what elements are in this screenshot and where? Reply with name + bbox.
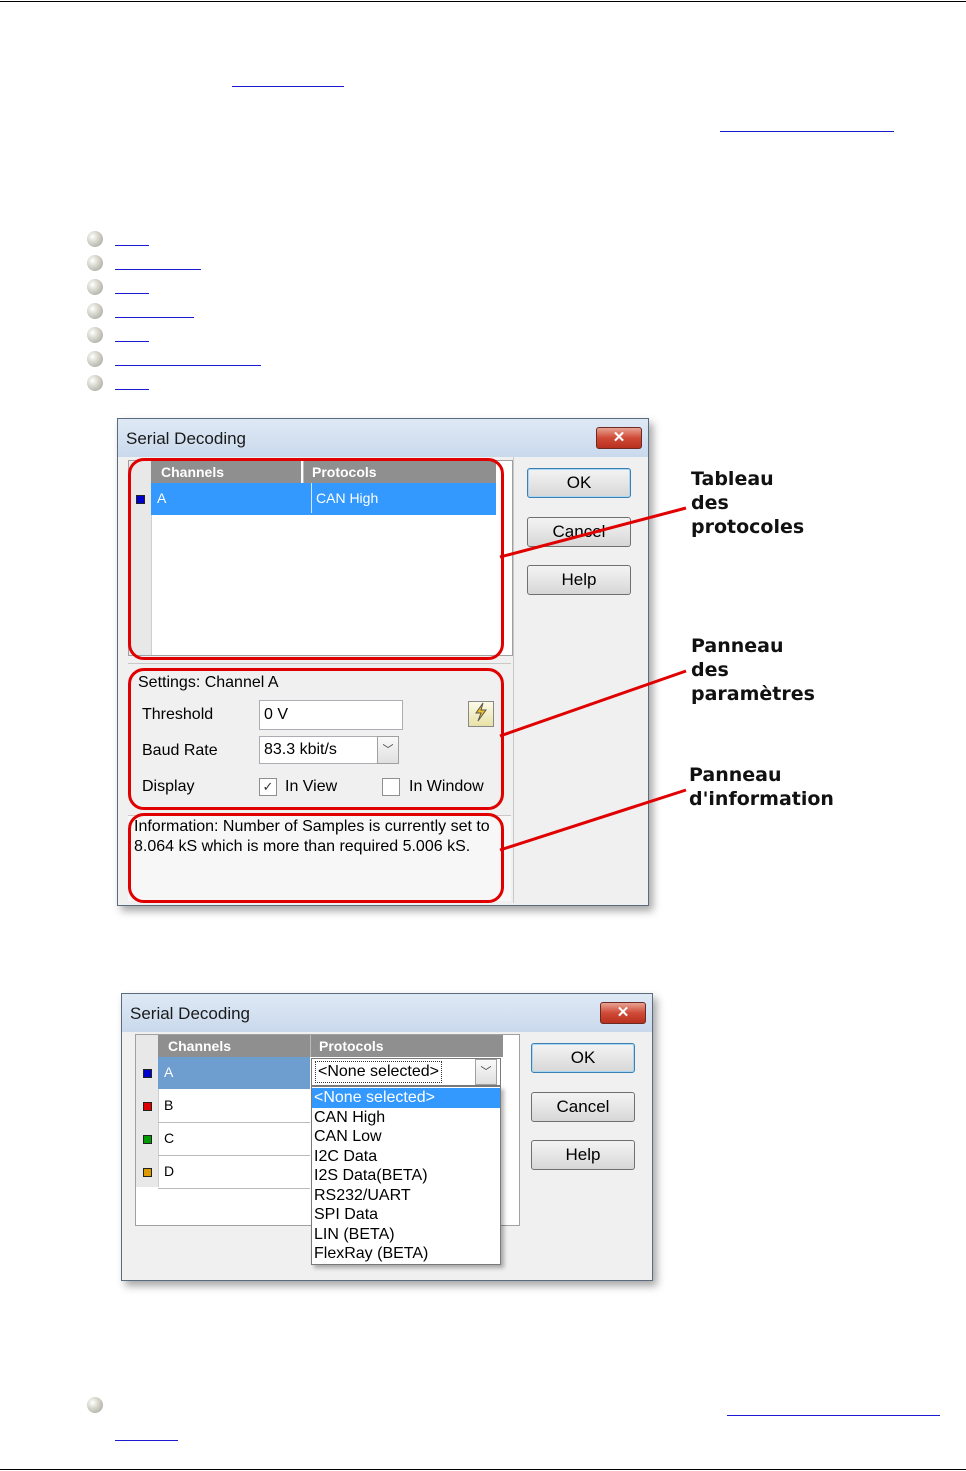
- link-fragment-3[interactable]: [727, 1415, 940, 1416]
- table-row[interactable]: A: [158, 1057, 310, 1089]
- help-button[interactable]: Help: [527, 565, 631, 595]
- table-row[interactable]: D: [158, 1156, 310, 1189]
- bullet-icon: [87, 327, 103, 343]
- protocol-dropdown-list: <None selected> CAN High CAN Low I2C Dat…: [311, 1086, 501, 1265]
- info-panel-callout: Panneau d'information: [689, 763, 834, 811]
- dropdown-option[interactable]: RS232/UART: [312, 1186, 500, 1206]
- protocol-table-highlight: [128, 458, 504, 660]
- dropdown-option[interactable]: CAN High: [312, 1108, 500, 1128]
- dropdown-option[interactable]: <None selected>: [312, 1088, 500, 1108]
- table-row[interactable]: B: [158, 1090, 310, 1123]
- combo-value: <None selected>: [315, 1061, 442, 1083]
- callout-line: protocoles: [691, 516, 805, 538]
- dropdown-option[interactable]: I2C Data: [312, 1147, 500, 1167]
- page-bottom-rule: [0, 1469, 966, 1470]
- dialog-body: Channels Protocols A B C D <None selecte…: [123, 1032, 651, 1279]
- chevron-down-icon[interactable]: ﹀: [475, 1059, 497, 1085]
- dropdown-option[interactable]: FlexRay (BETA): [312, 1244, 500, 1264]
- settings-panel-highlight: [128, 668, 504, 810]
- channel-color-swatch: [143, 1168, 152, 1177]
- callout-line: paramètres: [691, 683, 815, 705]
- bullet-icon: [87, 375, 103, 391]
- page-top-rule: [0, 1, 966, 2]
- channel-cell: A: [164, 1064, 174, 1080]
- channel-color-swatch: [143, 1135, 152, 1144]
- bullet-link[interactable]: [115, 317, 194, 318]
- bullet-icon: [87, 351, 103, 367]
- channel-cell: D: [164, 1163, 175, 1179]
- bullet-icon: [87, 303, 103, 319]
- cancel-button[interactable]: Cancel: [531, 1092, 635, 1122]
- channels-header[interactable]: Channels: [158, 1035, 310, 1057]
- title-bar[interactable]: Serial Decoding ✕: [118, 419, 648, 457]
- bullet-link[interactable]: [115, 389, 149, 390]
- title-bar[interactable]: Serial Decoding ✕: [122, 994, 652, 1032]
- protocol-table-callout: Tableau des protocoles: [691, 467, 804, 539]
- link-fragment-2[interactable]: [720, 131, 894, 132]
- dropdown-option[interactable]: SPI Data: [312, 1205, 500, 1225]
- bullet-link[interactable]: [115, 341, 149, 342]
- bullet-icon: [87, 279, 103, 295]
- callout-line: des: [691, 492, 729, 514]
- bullet-icon: [87, 231, 103, 247]
- info-panel-highlight: [128, 813, 504, 903]
- callout-line: Panneau: [691, 635, 784, 657]
- bullet-link[interactable]: [115, 293, 149, 294]
- serial-decoding-dialog-dropdown: Serial Decoding ✕ Channels Protocols A B…: [121, 993, 653, 1281]
- channel-cell: C: [164, 1130, 175, 1146]
- dialog-title: Serial Decoding: [130, 1004, 251, 1023]
- table-row[interactable]: C: [158, 1123, 310, 1156]
- bullet-icon: [87, 255, 103, 271]
- close-button[interactable]: ✕: [596, 427, 642, 449]
- protocols-header[interactable]: Protocols: [310, 1035, 503, 1057]
- callout-line: Tableau: [691, 468, 774, 490]
- bullet-link[interactable]: [115, 269, 201, 270]
- callout-line: d'information: [689, 788, 834, 810]
- link-fragment-1[interactable]: [232, 86, 344, 87]
- dialog-title: Serial Decoding: [126, 429, 247, 448]
- dropdown-option[interactable]: LIN (BETA): [312, 1225, 500, 1245]
- cancel-button[interactable]: Cancel: [527, 517, 631, 547]
- callout-line: Panneau: [689, 764, 782, 786]
- channel-color-swatch: [143, 1069, 152, 1078]
- row-header-column: [136, 1035, 159, 1187]
- ok-button[interactable]: OK: [527, 468, 631, 498]
- bullet-link[interactable]: [115, 245, 149, 246]
- dropdown-option[interactable]: CAN Low: [312, 1127, 500, 1147]
- channel-cell: B: [164, 1097, 174, 1113]
- dialog-divider: [513, 457, 514, 903]
- bullet-icon: [87, 1397, 103, 1413]
- callout-line: des: [691, 659, 729, 681]
- settings-panel-callout: Panneau des paramètres: [691, 634, 815, 706]
- link-fragment-4[interactable]: [115, 1440, 178, 1441]
- ok-button[interactable]: OK: [531, 1043, 635, 1073]
- close-button[interactable]: ✕: [600, 1002, 646, 1024]
- channel-color-swatch: [143, 1102, 152, 1111]
- protocol-combo[interactable]: <None selected>: [311, 1058, 501, 1086]
- dropdown-option[interactable]: I2S Data(BETA): [312, 1166, 500, 1186]
- bullet-link[interactable]: [115, 365, 261, 366]
- help-button[interactable]: Help: [531, 1140, 635, 1170]
